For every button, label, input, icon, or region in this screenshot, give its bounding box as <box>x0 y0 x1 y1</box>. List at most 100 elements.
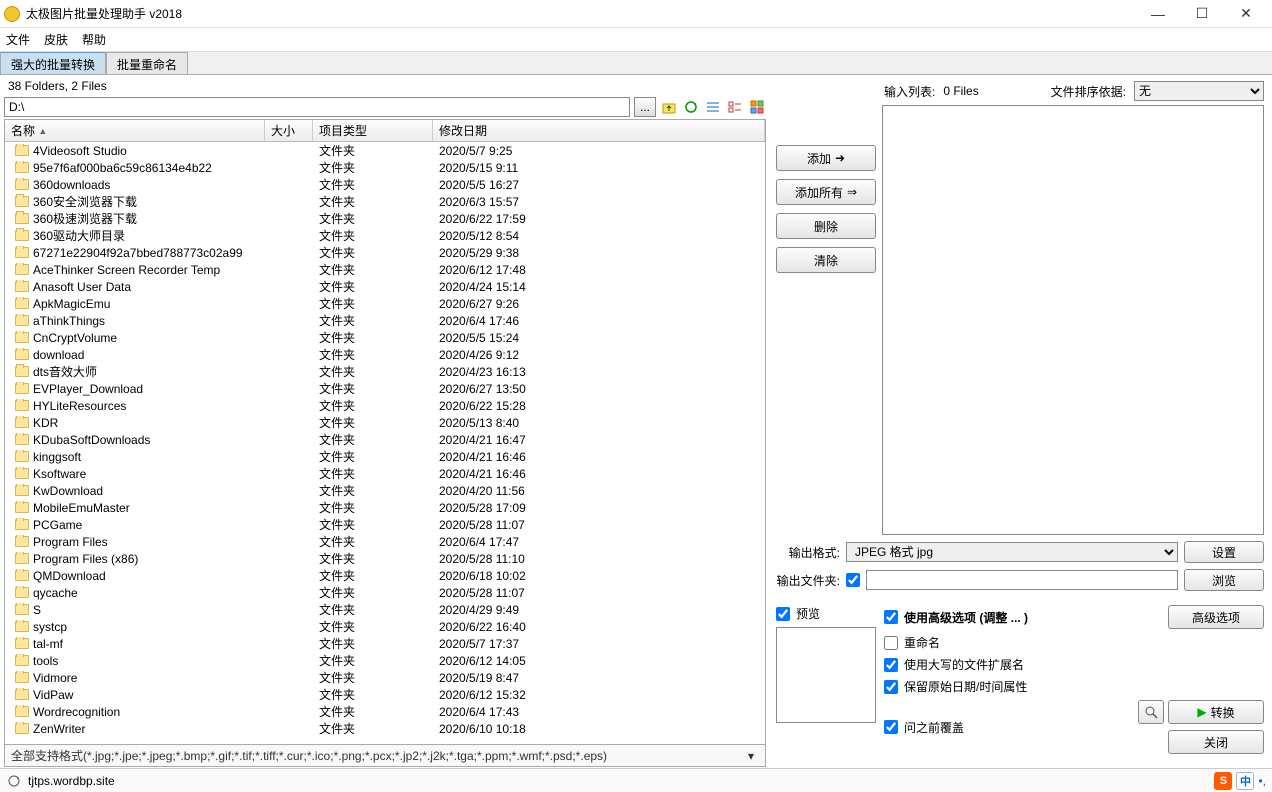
table-row[interactable]: qycache文件夹2020/5/28 11:07 <box>5 584 765 601</box>
folder-icon <box>15 553 29 564</box>
browse-output-button[interactable]: 浏览 <box>1184 569 1264 591</box>
table-row[interactable]: EVPlayer_Download文件夹2020/6/27 13:50 <box>5 380 765 397</box>
refresh-icon[interactable] <box>682 98 700 116</box>
view-grid-icon[interactable] <box>748 98 766 116</box>
file-list[interactable]: 4Videosoft Studio文件夹2020/5/7 9:2595e7f6a… <box>5 142 765 744</box>
menu-file[interactable]: 文件 <box>6 31 30 48</box>
zoom-button[interactable] <box>1138 700 1164 724</box>
path-input[interactable] <box>4 97 630 117</box>
table-row[interactable]: kinggsoft文件夹2020/4/21 16:46 <box>5 448 765 465</box>
add-all-button[interactable]: 添加所有⇒ <box>776 179 876 205</box>
tabs: 强大的批量转换 批量重命名 <box>0 52 1272 75</box>
tab-batch-rename[interactable]: 批量重命名 <box>106 52 188 74</box>
input-list-count: 0 Files <box>943 84 978 98</box>
folder-icon <box>15 604 29 615</box>
table-row[interactable]: tools文件夹2020/6/12 14:05 <box>5 652 765 669</box>
folder-icon <box>15 485 29 496</box>
browse-path-button[interactable]: ... <box>634 97 656 117</box>
table-row[interactable]: Program Files文件夹2020/6/4 17:47 <box>5 533 765 550</box>
settings-button[interactable]: 设置 <box>1184 541 1264 563</box>
table-row[interactable]: S文件夹2020/4/29 9:49 <box>5 601 765 618</box>
tray-dots-icon[interactable]: •, <box>1258 774 1266 788</box>
preview-checkbox[interactable] <box>776 607 790 621</box>
col-date[interactable]: 修改日期 <box>433 120 765 141</box>
tab-batch-convert[interactable]: 强大的批量转换 <box>0 52 106 74</box>
table-row[interactable]: tal-mf文件夹2020/5/7 17:37 <box>5 635 765 652</box>
output-folder-label: 输出文件夹: <box>776 572 840 589</box>
preview-box <box>776 627 876 723</box>
minimize-button[interactable]: — <box>1136 0 1180 28</box>
folder-icon <box>15 621 29 632</box>
table-row[interactable]: HYLiteResources文件夹2020/6/22 15:28 <box>5 397 765 414</box>
formats-line[interactable]: 全部支持格式(*.jpg;*.jpe;*.jpeg;*.bmp;*.gif;*.… <box>4 745 766 767</box>
output-folder-input[interactable] <box>866 570 1178 590</box>
tray-sogou-icon[interactable]: S <box>1214 772 1232 790</box>
table-row[interactable]: aThinkThings文件夹2020/6/4 17:46 <box>5 312 765 329</box>
view-details-icon[interactable] <box>704 98 722 116</box>
folder-icon <box>15 145 29 156</box>
sort-asc-icon: ▲ <box>38 126 47 136</box>
table-row[interactable]: 360驱动大师目录文件夹2020/5/12 8:54 <box>5 227 765 244</box>
table-row[interactable]: systcp文件夹2020/6/22 16:40 <box>5 618 765 635</box>
rename-checkbox[interactable] <box>884 636 898 650</box>
use-output-folder-checkbox[interactable] <box>846 573 860 587</box>
col-type[interactable]: 项目类型 <box>313 120 433 141</box>
folder-count-status: 38 Folders, 2 Files <box>4 77 766 95</box>
add-button[interactable]: 添加➜ <box>776 145 876 171</box>
table-row[interactable]: 360downloads文件夹2020/5/5 16:27 <box>5 176 765 193</box>
adv-options-button[interactable]: 高级选项 <box>1168 605 1264 629</box>
folder-icon <box>15 332 29 343</box>
clear-button[interactable]: 清除 <box>776 247 876 273</box>
formats-dropdown-icon[interactable]: ▾ <box>743 749 759 763</box>
table-row[interactable]: 4Videosoft Studio文件夹2020/5/7 9:25 <box>5 142 765 159</box>
table-row[interactable]: Vidmore文件夹2020/5/19 8:47 <box>5 669 765 686</box>
table-row[interactable]: 360安全浏览器下载文件夹2020/6/3 15:57 <box>5 193 765 210</box>
output-format-select[interactable]: JPEG 格式 jpg <box>846 542 1178 562</box>
folder-icon <box>15 366 29 377</box>
table-row[interactable]: QMDownload文件夹2020/6/18 10:02 <box>5 567 765 584</box>
ask-overwrite-checkbox[interactable] <box>884 720 898 734</box>
keep-date-checkbox[interactable] <box>884 680 898 694</box>
tray-ime-icon[interactable]: 中 <box>1236 772 1254 790</box>
table-row[interactable]: Ksoftware文件夹2020/4/21 16:46 <box>5 465 765 482</box>
refresh-status-icon[interactable] <box>6 773 22 789</box>
rename-label: 重命名 <box>904 634 940 651</box>
table-row[interactable]: ApkMagicEmu文件夹2020/6/27 9:26 <box>5 295 765 312</box>
folder-icon <box>15 196 29 207</box>
table-row[interactable]: VidPaw文件夹2020/6/12 15:32 <box>5 686 765 703</box>
table-row[interactable]: 360极速浏览器下载文件夹2020/6/22 17:59 <box>5 210 765 227</box>
folder-icon <box>15 706 29 717</box>
sort-select[interactable]: 无 <box>1134 81 1264 101</box>
table-row[interactable]: 95e7f6af000ba6c59c86134e4b22文件夹2020/5/15… <box>5 159 765 176</box>
table-row[interactable]: KwDownload文件夹2020/4/20 11:56 <box>5 482 765 499</box>
table-row[interactable]: Wordrecognition文件夹2020/6/4 17:43 <box>5 703 765 720</box>
close-button[interactable]: ✕ <box>1224 0 1268 28</box>
table-row[interactable]: PCGame文件夹2020/5/28 11:07 <box>5 516 765 533</box>
col-name[interactable]: 名称 ▲ <box>5 120 265 141</box>
folder-icon <box>15 672 29 683</box>
table-row[interactable]: 67271e22904f92a7bbed788773c02a99文件夹2020/… <box>5 244 765 261</box>
table-row[interactable]: CnCryptVolume文件夹2020/5/5 15:24 <box>5 329 765 346</box>
table-row[interactable]: download文件夹2020/4/26 9:12 <box>5 346 765 363</box>
up-folder-icon[interactable] <box>660 98 678 116</box>
table-row[interactable]: dts音效大师文件夹2020/4/23 16:13 <box>5 363 765 380</box>
view-list-icon[interactable] <box>726 98 744 116</box>
col-size[interactable]: 大小 <box>265 120 313 141</box>
folder-icon <box>15 519 29 530</box>
convert-button[interactable]: ▶转换 <box>1168 700 1264 724</box>
table-row[interactable]: AceThinker Screen Recorder Temp文件夹2020/6… <box>5 261 765 278</box>
upper-ext-checkbox[interactable] <box>884 658 898 672</box>
delete-button[interactable]: 删除 <box>776 213 876 239</box>
table-row[interactable]: Program Files (x86)文件夹2020/5/28 11:10 <box>5 550 765 567</box>
maximize-button[interactable]: ☐ <box>1180 0 1224 28</box>
table-row[interactable]: Anasoft User Data文件夹2020/4/24 15:14 <box>5 278 765 295</box>
menu-help[interactable]: 帮助 <box>82 31 106 48</box>
close-action-button[interactable]: 关闭 <box>1168 730 1264 754</box>
table-row[interactable]: KDubaSoftDownloads文件夹2020/4/21 16:47 <box>5 431 765 448</box>
table-row[interactable]: KDR文件夹2020/5/13 8:40 <box>5 414 765 431</box>
table-row[interactable]: ZenWriter文件夹2020/6/10 10:18 <box>5 720 765 737</box>
menu-skin[interactable]: 皮肤 <box>44 31 68 48</box>
adv-options-checkbox[interactable] <box>884 610 898 624</box>
input-list[interactable] <box>882 105 1264 535</box>
table-row[interactable]: MobileEmuMaster文件夹2020/5/28 17:09 <box>5 499 765 516</box>
